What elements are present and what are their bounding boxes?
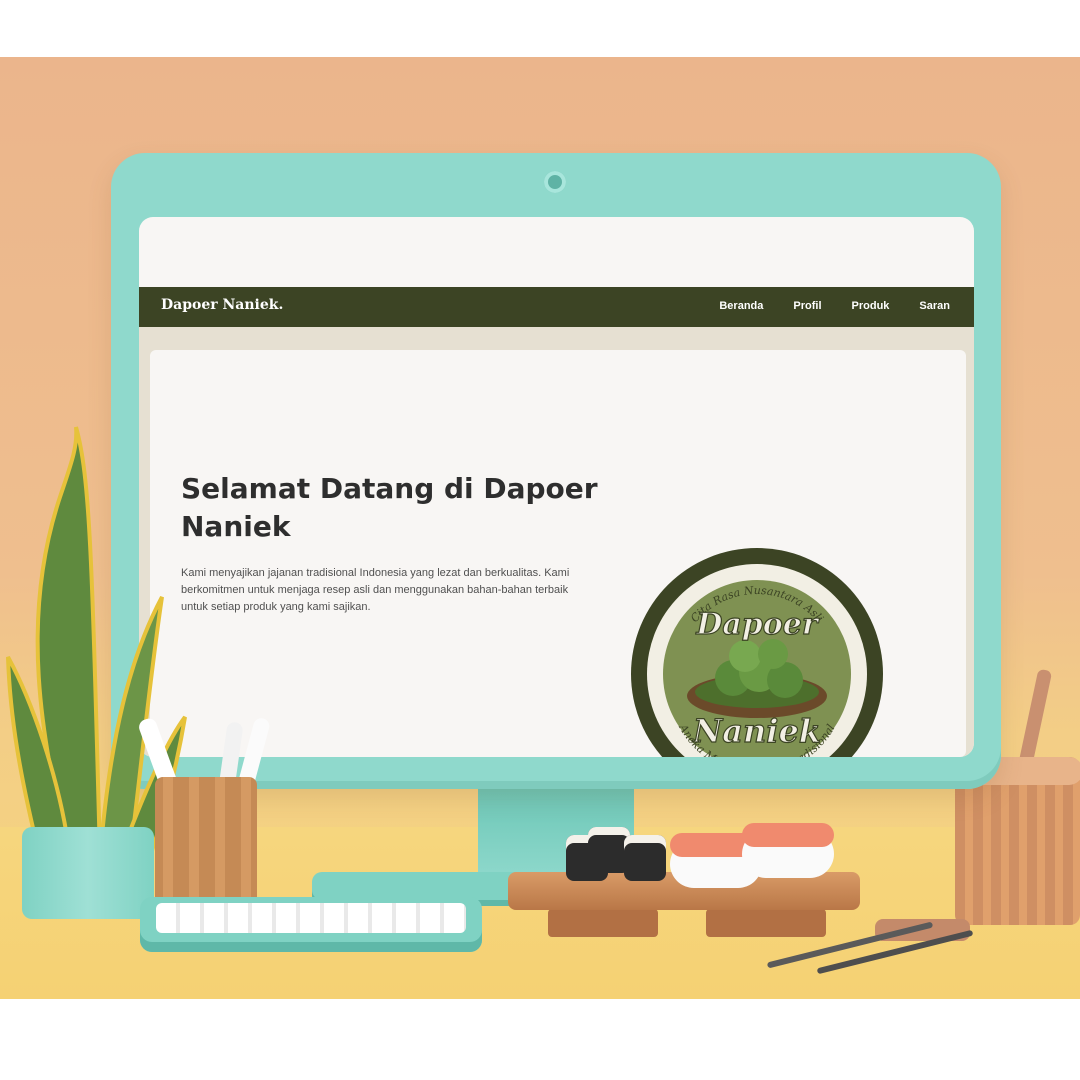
- desk-scene: Dapoer Naniek. Beranda Profil Produk Sar…: [0, 57, 1080, 999]
- webcam-icon: [544, 171, 566, 193]
- nav-produk[interactable]: Produk: [852, 300, 890, 312]
- klepon-ball-icon: [729, 640, 761, 672]
- hero-description: Kami menyajikan jajanan tradisional Indo…: [181, 567, 570, 613]
- dapoer-naniek-logo: Cita Rasa Nusantara Asli Dapoer Naniek A…: [629, 546, 885, 757]
- coffee-straw: [1017, 668, 1053, 770]
- nigiri-topping: [742, 823, 834, 847]
- logo-word-naniek: Naniek: [692, 712, 821, 750]
- brand-logo[interactable]: Dapoer Naniek.: [161, 297, 283, 313]
- nav-beranda[interactable]: Beranda: [719, 300, 763, 312]
- klepon-ball-icon: [758, 639, 788, 669]
- pen-holder: [155, 777, 257, 907]
- browser-screen: Dapoer Naniek. Beranda Profil Produk Sar…: [139, 217, 974, 757]
- keyboard-keys: [156, 903, 466, 933]
- logo-word-dapoer: Dapoer: [695, 607, 820, 642]
- hero-card: Selamat Datang di Dapoer Naniek Kami men…: [150, 350, 966, 757]
- nav-links: Beranda Profil Produk Saran: [719, 300, 950, 312]
- logo-svg: Cita Rasa Nusantara Asli Dapoer Naniek A…: [631, 548, 883, 757]
- plant-pot: [22, 827, 154, 919]
- sushi-board-leg: [548, 909, 658, 937]
- nav-profil[interactable]: Profil: [793, 300, 821, 312]
- sushi-board-leg: [706, 909, 826, 937]
- nav-saran[interactable]: Saran: [919, 300, 950, 312]
- sushi-roll-icon: [624, 835, 666, 881]
- navbar: Dapoer Naniek. Beranda Profil Produk Sar…: [139, 287, 974, 327]
- keyboard: [140, 897, 482, 952]
- hero-title: Selamat Datang di Dapoer Naniek: [181, 472, 598, 543]
